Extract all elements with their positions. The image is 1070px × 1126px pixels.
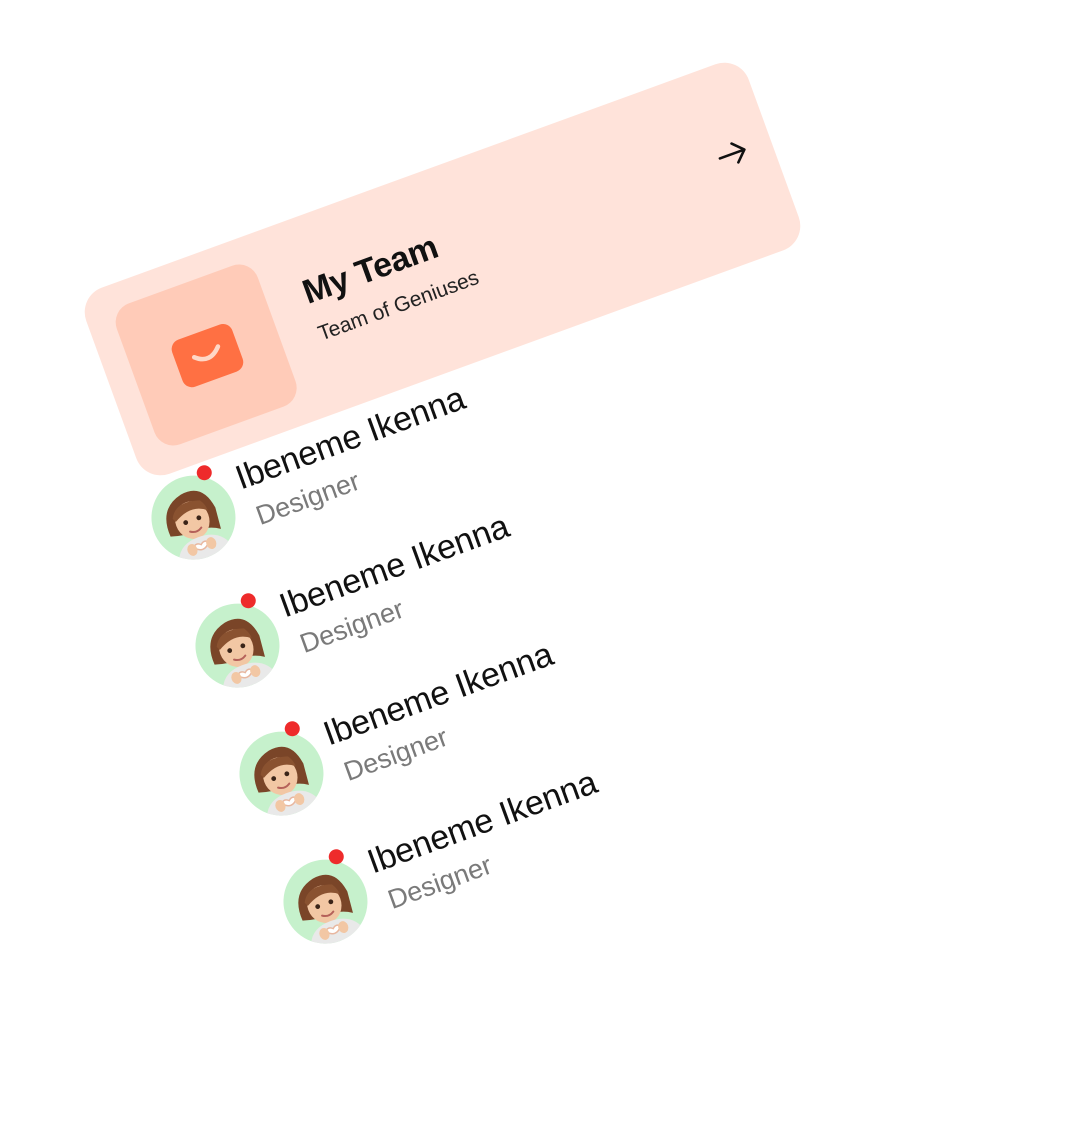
wallet-icon [168, 321, 247, 391]
team-text-block: My Team Team of Geniuses [298, 218, 483, 346]
team-icon-container [110, 258, 303, 452]
avatar [271, 847, 380, 956]
team-widget: My Team Team of Geniuses Ibeneme Ikenna D… [0, 0, 1070, 1126]
avatar [227, 719, 336, 828]
avatar [183, 591, 292, 700]
arrow-up-right-icon[interactable] [710, 131, 756, 177]
avatar [139, 463, 248, 572]
